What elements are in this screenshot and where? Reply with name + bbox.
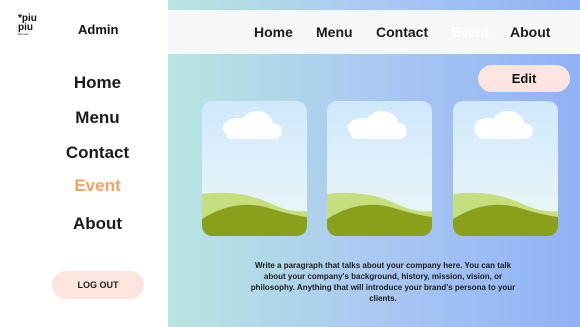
landscape-image-placeholder-icon xyxy=(453,111,558,236)
sidebar-item-menu[interactable]: Menu xyxy=(0,108,195,128)
topnav-item-event[interactable]: Event xyxy=(451,24,489,40)
image-card-1[interactable] xyxy=(202,101,307,236)
topnav-item-contact[interactable]: Contact xyxy=(376,24,428,40)
topnav-item-menu[interactable]: Menu xyxy=(316,24,353,40)
sidebar-item-contact[interactable]: Contact xyxy=(0,143,195,163)
sidebar-item-home[interactable]: Home xyxy=(0,73,195,93)
company-paragraph: Write a paragraph that talks about your … xyxy=(250,261,516,303)
image-card-3[interactable] xyxy=(453,101,558,236)
topnav-item-home[interactable]: Home xyxy=(254,24,293,40)
landscape-image-placeholder-icon xyxy=(202,111,307,236)
edit-button[interactable]: Edit xyxy=(478,65,570,92)
landscape-image-placeholder-icon xyxy=(327,111,432,236)
sidebar: *piu piu Discuss Admin Home Menu Contact… xyxy=(0,0,168,327)
logo-line-2: piu xyxy=(18,22,33,33)
sidebar-item-about[interactable]: About xyxy=(0,214,195,234)
top-navigation: Home Menu Contact Event About xyxy=(168,10,580,54)
logout-button[interactable]: LOG OUT xyxy=(52,271,144,299)
admin-label: Admin xyxy=(78,22,119,37)
brand-logo[interactable]: *piu piu Discuss xyxy=(18,14,44,42)
topnav-item-about[interactable]: About xyxy=(510,24,550,40)
sidebar-item-event[interactable]: Event xyxy=(0,176,195,196)
image-card-2[interactable] xyxy=(327,101,432,236)
